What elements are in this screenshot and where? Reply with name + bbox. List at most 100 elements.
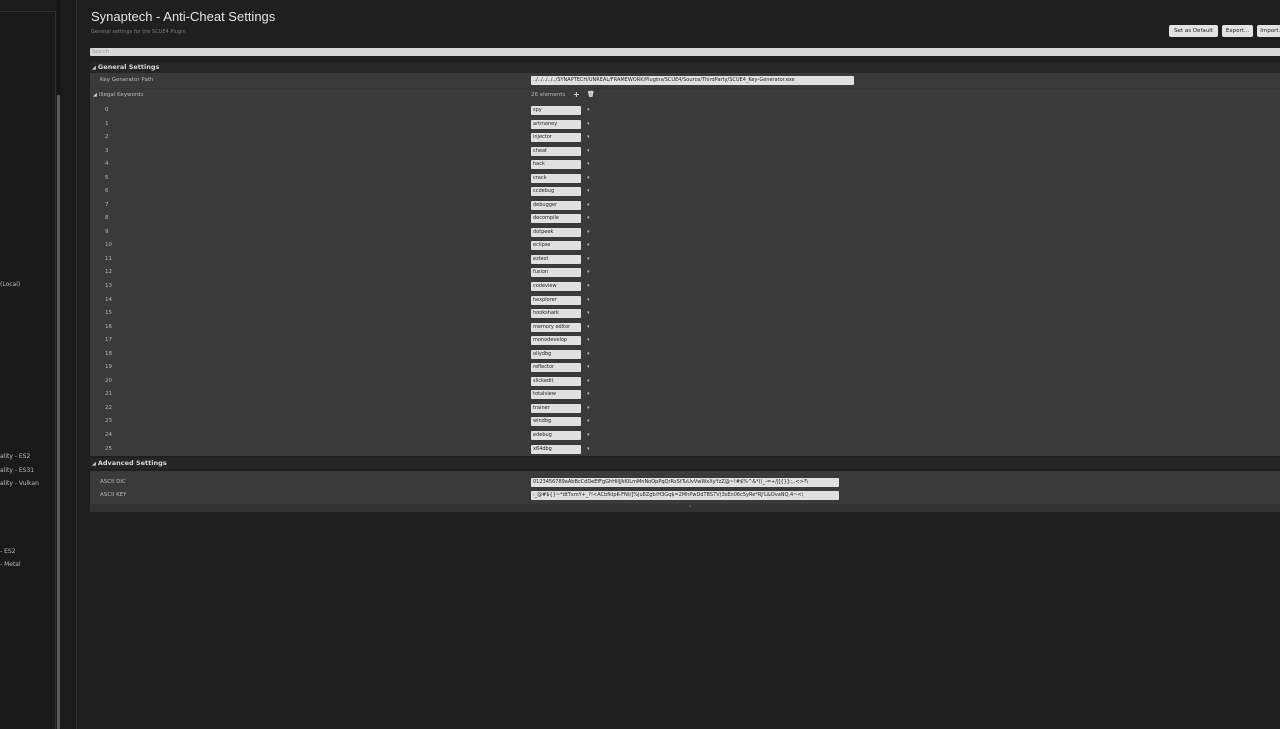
scrollbar-thumb[interactable] <box>57 95 60 729</box>
page-subtitle: General settings for the SCUE4 Plugin <box>91 29 186 35</box>
keyword-input[interactable]: artmoney <box>531 120 581 129</box>
add-element-icon[interactable]: + <box>573 90 580 99</box>
category-label: Advanced Settings <box>97 459 167 467</box>
category-advanced-settings[interactable]: ◢ Advanced Settings <box>90 458 1280 469</box>
element-options-chevron-icon[interactable]: ▾ <box>587 268 590 277</box>
element-options-chevron-icon[interactable]: ▾ <box>587 390 590 399</box>
keyword-input[interactable]: injector <box>531 133 581 142</box>
keyword-index: 2 <box>105 134 109 140</box>
keyword-input[interactable]: debugger <box>531 201 581 210</box>
keyword-index: 12 <box>105 269 112 275</box>
keyword-input[interactable]: monodevelop <box>531 336 581 345</box>
keyword-input[interactable]: crack <box>531 174 581 183</box>
section-item[interactable]: ality - Vulkan <box>0 480 39 487</box>
keyword-input[interactable]: cheat <box>531 147 581 156</box>
keyword-input[interactable]: slickedit <box>531 377 581 386</box>
keyword-index: 11 <box>105 256 112 262</box>
expand-triangle-icon[interactable]: ◢ <box>93 92 97 98</box>
keyword-input[interactable]: totalview <box>531 390 581 399</box>
element-options-chevron-icon[interactable]: ▾ <box>587 445 590 454</box>
element-options-chevron-icon[interactable]: ▾ <box>587 296 590 305</box>
keyword-index: 22 <box>105 405 112 411</box>
keyword-index: 23 <box>105 418 112 424</box>
section-item[interactable]: ality - ES2 <box>0 453 30 460</box>
keyword-input[interactable]: decompile <box>531 214 581 223</box>
set-as-default-button[interactable]: Set as Default <box>1169 25 1218 37</box>
element-options-chevron-icon[interactable]: ▾ <box>587 282 590 291</box>
page-title: Synaptech - Anti-Cheat Settings <box>91 9 276 24</box>
ascii-dic-input[interactable]: 0123456789aAbBcCdDeEfFgGhHiIjJkKlLmMnNoO… <box>531 478 839 487</box>
keyword-input[interactable]: codeview <box>531 282 581 291</box>
keyword-index: 7 <box>105 202 109 208</box>
element-options-chevron-icon[interactable]: ▾ <box>587 255 590 264</box>
keyword-input[interactable]: dotpeek <box>531 228 581 237</box>
keyword-input[interactable]: eztest <box>531 255 581 264</box>
element-options-chevron-icon[interactable]: ▾ <box>587 120 590 129</box>
keyword-input[interactable]: windbg <box>531 417 581 426</box>
key-generator-path-input[interactable]: ../../../../../SYNAPTECH/UNREAL/FRAMEWOR… <box>531 76 854 85</box>
keyword-input[interactable]: fusion <box>531 268 581 277</box>
element-options-chevron-icon[interactable]: ▾ <box>587 160 590 169</box>
illegal-keywords-text: Illegal Keywords <box>98 92 144 98</box>
section-item[interactable]: - ES2 <box>0 548 16 555</box>
ascii-dic-label: ASCII DIC <box>100 479 126 485</box>
delete-all-icon[interactable]: 🗑 <box>587 90 595 99</box>
keyword-index: 1 <box>105 121 109 127</box>
keyword-input[interactable]: spy <box>531 106 581 115</box>
keyword-index: 21 <box>105 391 112 397</box>
category-label: General Settings <box>97 63 160 71</box>
keyword-input[interactable]: ollydbg <box>531 350 581 359</box>
search-input[interactable]: Search <box>90 48 1280 56</box>
keyword-input[interactable]: edebug <box>531 431 581 440</box>
element-options-chevron-icon[interactable]: ▾ <box>587 417 590 426</box>
element-options-chevron-icon[interactable]: ▾ <box>587 431 590 440</box>
keyword-index: 14 <box>105 297 112 303</box>
element-options-chevron-icon[interactable]: ▾ <box>587 404 590 413</box>
keyword-input[interactable]: hexplorer <box>531 296 581 305</box>
element-options-chevron-icon[interactable]: ▾ <box>587 214 590 223</box>
element-options-chevron-icon[interactable]: ▾ <box>587 363 590 372</box>
export-button[interactable]: Export... <box>1222 25 1253 37</box>
general-settings-body <box>90 73 1280 456</box>
keyword-index: 5 <box>105 175 109 181</box>
import-button[interactable]: Import... <box>1257 25 1280 37</box>
keyword-index: 24 <box>105 432 112 438</box>
keyword-input[interactable]: trainer <box>531 404 581 413</box>
element-options-chevron-icon[interactable]: ▾ <box>587 147 590 156</box>
keyword-input[interactable]: reflector <box>531 363 581 372</box>
section-item[interactable]: ality - ES31 <box>0 467 34 474</box>
row-separator <box>90 88 1280 89</box>
keyword-input[interactable]: x64dbg <box>531 445 581 454</box>
collapse-advanced-icon[interactable]: ⌃ <box>90 504 1280 512</box>
section-item[interactable]: - Metal <box>0 561 21 568</box>
keyword-input[interactable]: eclipse <box>531 241 581 250</box>
section-item[interactable]: (Local) <box>0 281 20 288</box>
keyword-input[interactable]: hack <box>531 160 581 169</box>
element-options-chevron-icon[interactable]: ▾ <box>587 309 590 318</box>
expand-triangle-icon[interactable]: ◢ <box>92 459 96 470</box>
keyword-index: 3 <box>105 148 109 154</box>
panel-divider[interactable] <box>76 0 77 729</box>
keyword-index: 25 <box>105 446 112 452</box>
category-general-settings[interactable]: ◢ General Settings <box>90 62 1280 73</box>
element-options-chevron-icon[interactable]: ▾ <box>587 350 590 359</box>
keyword-input[interactable]: hookshark <box>531 309 581 318</box>
element-options-chevron-icon[interactable]: ▾ <box>587 323 590 332</box>
element-options-chevron-icon[interactable]: ▾ <box>587 174 590 183</box>
element-options-chevron-icon[interactable]: ▾ <box>587 133 590 142</box>
details-panel: (Local) ality - ES2 ality - ES31 ality -… <box>0 0 77 729</box>
keyword-input[interactable]: ccdebug <box>531 187 581 196</box>
element-options-chevron-icon[interactable]: ▾ <box>587 228 590 237</box>
ascii-key-input[interactable]: :_@#${}~*dtTxmY+_?!<ACbfkIpK-FNt/]%Ju8Zg… <box>531 491 839 500</box>
element-options-chevron-icon[interactable]: ▾ <box>587 106 590 115</box>
keyword-index: 4 <box>105 161 109 167</box>
keyword-index: 9 <box>105 229 109 235</box>
keyword-input[interactable]: memory editor <box>531 323 581 332</box>
illegal-keywords-label[interactable]: ◢ Illegal Keywords <box>93 92 143 98</box>
key-generator-path-label: Key Generator Path <box>100 77 154 83</box>
element-options-chevron-icon[interactable]: ▾ <box>587 377 590 386</box>
element-options-chevron-icon[interactable]: ▾ <box>587 241 590 250</box>
element-options-chevron-icon[interactable]: ▾ <box>587 336 590 345</box>
element-options-chevron-icon[interactable]: ▾ <box>587 187 590 196</box>
element-options-chevron-icon[interactable]: ▾ <box>587 201 590 210</box>
